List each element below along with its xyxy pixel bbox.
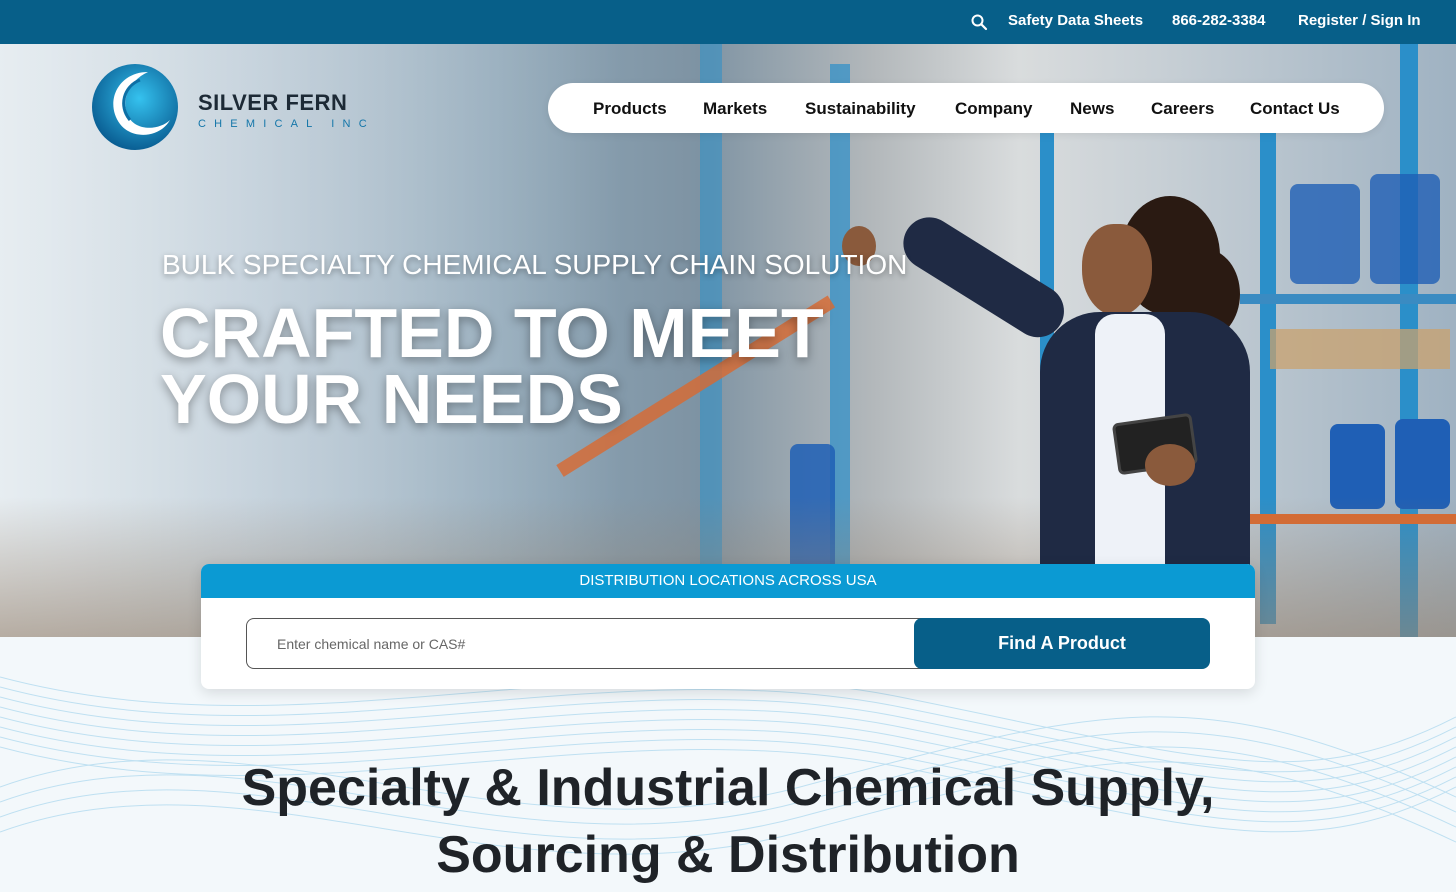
section-title: Specialty & Industrial Chemical Supply, … xyxy=(0,755,1456,889)
pallet-box xyxy=(1270,329,1450,369)
distribution-banner: DISTRIBUTION LOCATIONS ACROSS USA xyxy=(201,564,1255,598)
register-sign-in-link[interactable]: Register / Sign In xyxy=(1298,12,1421,29)
main-nav: Products Markets Sustainability Company … xyxy=(548,83,1384,133)
section-title-line2: Sourcing & Distribution xyxy=(436,826,1020,884)
nav-news[interactable]: News xyxy=(1070,99,1114,119)
section-title-line1: Specialty & Industrial Chemical Supply, xyxy=(241,759,1215,817)
phone-link[interactable]: 866-282-3384 xyxy=(1172,12,1265,29)
hero-headline-line1: CRAFTED TO MEET xyxy=(160,294,824,372)
nav-products[interactable]: Products xyxy=(593,99,667,119)
barrel xyxy=(1395,419,1450,509)
hero-headline-line2: YOUR NEEDS xyxy=(160,360,623,438)
nav-contact-us[interactable]: Contact Us xyxy=(1250,99,1340,119)
safety-data-sheets-link[interactable]: Safety Data Sheets xyxy=(1008,12,1143,29)
barrel xyxy=(1370,174,1440,284)
nav-sustainability[interactable]: Sustainability xyxy=(805,99,916,119)
barrel xyxy=(1290,184,1360,284)
logo-swirl-icon xyxy=(92,64,178,150)
nav-careers[interactable]: Careers xyxy=(1151,99,1214,119)
site-logo[interactable]: SILVER FERN CHEMICAL INC xyxy=(90,62,380,154)
find-product-button[interactable]: Find A Product xyxy=(914,618,1210,669)
logo-name: SILVER FERN xyxy=(198,90,348,115)
hero-headline: CRAFTED TO MEET YOUR NEEDS xyxy=(160,294,824,438)
hero-eyebrow: BULK SPECIALTY CHEMICAL SUPPLY CHAIN SOL… xyxy=(162,249,908,280)
nav-company[interactable]: Company xyxy=(955,99,1032,119)
search-icon[interactable] xyxy=(970,13,988,31)
nav-markets[interactable]: Markets xyxy=(703,99,767,119)
chemical-search-input[interactable] xyxy=(246,618,946,669)
product-search-card: DISTRIBUTION LOCATIONS ACROSS USA Find A… xyxy=(201,564,1255,689)
utility-bar: Safety Data Sheets 866-282-3384 Register… xyxy=(0,0,1456,44)
logo-subtitle: CHEMICAL INC xyxy=(198,118,375,130)
shelf-beam xyxy=(1240,294,1456,304)
